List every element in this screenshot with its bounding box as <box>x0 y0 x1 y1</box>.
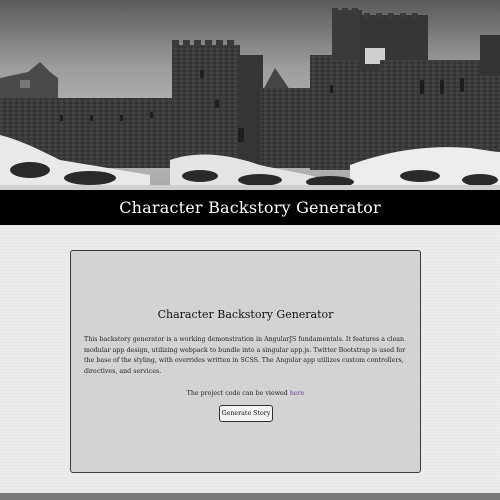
hero-castle-image <box>0 0 500 190</box>
footer-strip <box>0 493 500 500</box>
main-content: Character Backstory Generator This backs… <box>0 225 500 493</box>
project-code-label: The project code can be viewed <box>186 390 288 397</box>
title-bar: Character Backstory Generator <box>0 190 500 225</box>
page-title: Character Backstory Generator <box>119 198 381 217</box>
project-code-link[interactable]: here <box>290 390 305 397</box>
project-code-text: The project code can be viewed here <box>71 390 420 397</box>
page: Character Backstory Generator Character … <box>0 0 500 500</box>
card-title: Character Backstory Generator <box>157 308 334 321</box>
generate-story-button[interactable]: Generate Story <box>219 405 273 422</box>
card-description: This backstory generator is a working de… <box>84 336 406 375</box>
intro-card: Character Backstory Generator This backs… <box>70 250 421 473</box>
